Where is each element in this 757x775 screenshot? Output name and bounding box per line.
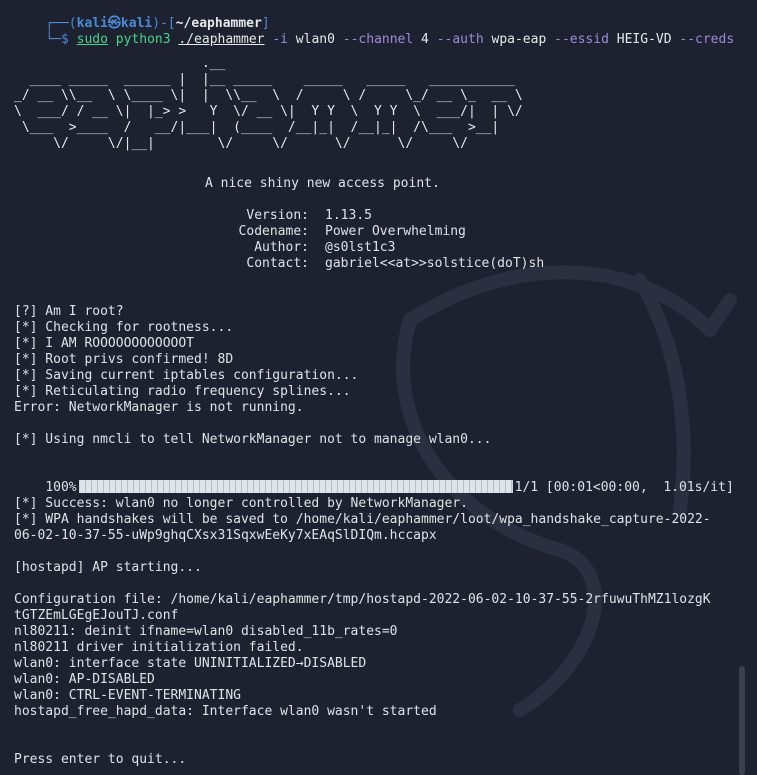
log-line: Error: NetworkManager is not running. bbox=[14, 400, 304, 415]
prompt-corner-2: └─ bbox=[45, 32, 61, 47]
cmd-option: --auth bbox=[436, 32, 484, 47]
info-label: Version: bbox=[246, 208, 309, 223]
log-line: nl80211 driver initialization failed. bbox=[14, 640, 304, 655]
progress-bar bbox=[78, 480, 513, 493]
progress-percent: 100% bbox=[45, 480, 77, 495]
command-line[interactable]: └─$ sudo python3 ./eaphammer -i wlan0 --… bbox=[14, 16, 734, 47]
cmd-script: ./eaphammer bbox=[178, 32, 265, 47]
info-label: Author: bbox=[254, 240, 309, 255]
log-line: [*] WPA handshakes will be saved to /hom… bbox=[14, 512, 711, 527]
info-label: Contact: bbox=[246, 256, 309, 271]
info-value: Power Overwhelming bbox=[325, 224, 466, 239]
progress-stats: 1/1 [00:01<00:00, 1.01s/it] bbox=[514, 480, 734, 495]
cmd-option: --channel bbox=[342, 32, 414, 47]
info-value: gabriel<<at>>solstice(doT)sh bbox=[325, 256, 545, 271]
cmd-option: --creds bbox=[679, 32, 735, 47]
log-line: wlan0: AP-DISABLED bbox=[14, 672, 155, 687]
log-line: wlan0: CTRL-EVENT-TERMINATING bbox=[14, 688, 241, 703]
prompt-line-1: ┌──(kali㉿kali)-[~/eaphammer] bbox=[14, 0, 269, 31]
cmd-argument: 4 bbox=[421, 32, 429, 47]
cmd-option: --essid bbox=[554, 32, 609, 47]
cmd-argument: wlan0 bbox=[295, 32, 335, 47]
log-line: 06-02-10-37-55-uWp9ghqCXsx31SqxwEeKy7xEA… bbox=[14, 528, 437, 543]
cmd-python: python3 bbox=[115, 32, 171, 47]
log-line: Configuration file: /home/kali/eaphammer… bbox=[14, 592, 711, 607]
info-value: @s0lst1c3 bbox=[325, 240, 396, 255]
log-line: [*] Saving current iptables configuratio… bbox=[14, 368, 359, 383]
cmd-argument: wpa-eap bbox=[491, 32, 547, 47]
cmd-args: -i wlan0 --channel 4 --auth wpa-eap --es… bbox=[272, 32, 734, 47]
quit-prompt: Press enter to quit... bbox=[14, 752, 187, 767]
log-line: [*] Reticulating radio frequency splines… bbox=[14, 384, 351, 399]
info-value: 1.13.5 bbox=[325, 208, 372, 223]
info-label: Codename: bbox=[238, 224, 309, 239]
scrollbar[interactable] bbox=[739, 666, 745, 775]
cmd-sudo: sudo bbox=[76, 32, 108, 47]
tagline: A nice shiny new access point. bbox=[205, 176, 440, 191]
terminal-window[interactable]: ┌──(kali㉿kali)-[~/eaphammer] └─$ sudo py… bbox=[0, 0, 757, 775]
progress-line: 100% 1/1 [00:01<00:00, 1.01s/it] bbox=[14, 464, 734, 495]
log-line: wlan0: interface state UNINITIALIZED→DIS… bbox=[14, 656, 367, 671]
log-line: [*] Root privs confirmed! 8D bbox=[14, 352, 234, 367]
log-line: [?] Am I root? bbox=[14, 304, 124, 319]
log-line: [*] Checking for rootness... bbox=[14, 320, 234, 335]
log-line: [*] I AM ROOOOOOOOOOOOT bbox=[14, 336, 195, 351]
hostapd-start-line: [hostapd] AP starting... bbox=[14, 560, 202, 575]
eaphammer-ascii-banner: .__ ____ _____ ______ | |__ _____ _____ … bbox=[14, 56, 523, 151]
log-line: [*] Success: wlan0 no longer controlled … bbox=[14, 496, 468, 511]
nmcli-line: [*] Using nmcli to tell NetworkManager n… bbox=[14, 432, 492, 447]
log-line: tGTZEmLGEgEJouTJ.conf bbox=[14, 608, 179, 623]
prompt-dollar: $ bbox=[60, 32, 77, 47]
cmd-argument: HEIG-VD bbox=[616, 32, 672, 47]
log-line: nl80211: deinit ifname=wlan0 disabled_11… bbox=[14, 624, 398, 639]
cmd-option: -i bbox=[272, 32, 288, 47]
log-line: hostapd_free_hapd_data: Interface wlan0 … bbox=[14, 704, 437, 719]
